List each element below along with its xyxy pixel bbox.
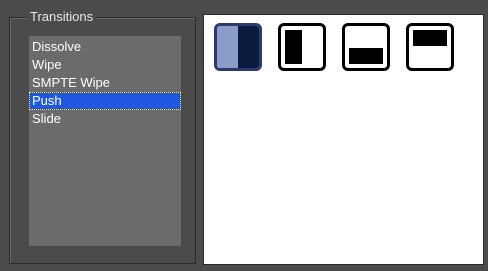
transitions-group-title: Transitions [27,9,97,25]
list-item-dissolve[interactable]: Dissolve [29,38,181,56]
transitions-list-items: Dissolve Wipe SMPTE Wipe Push Slide [29,38,181,128]
list-item-wipe[interactable]: Wipe [29,56,181,74]
thumb-black-bottom [349,48,383,64]
thumb-black-left [285,30,302,64]
transitions-dialog: Transitions Dissolve Wipe SMPTE Wipe Pus… [0,0,488,271]
thumb-black-top [413,30,447,46]
push-split-horizontal-icon[interactable] [214,23,262,71]
thumb-dark-half [238,26,259,68]
push-left-icon[interactable] [278,23,326,71]
push-down-icon[interactable] [406,23,454,71]
list-item-smpte-wipe[interactable]: SMPTE Wipe [29,74,181,92]
transition-variants-panel [203,14,484,265]
push-up-icon[interactable] [342,23,390,71]
list-item-slide[interactable]: Slide [29,110,181,128]
list-item-push[interactable]: Push [29,92,181,110]
thumb-light-half [217,26,238,68]
